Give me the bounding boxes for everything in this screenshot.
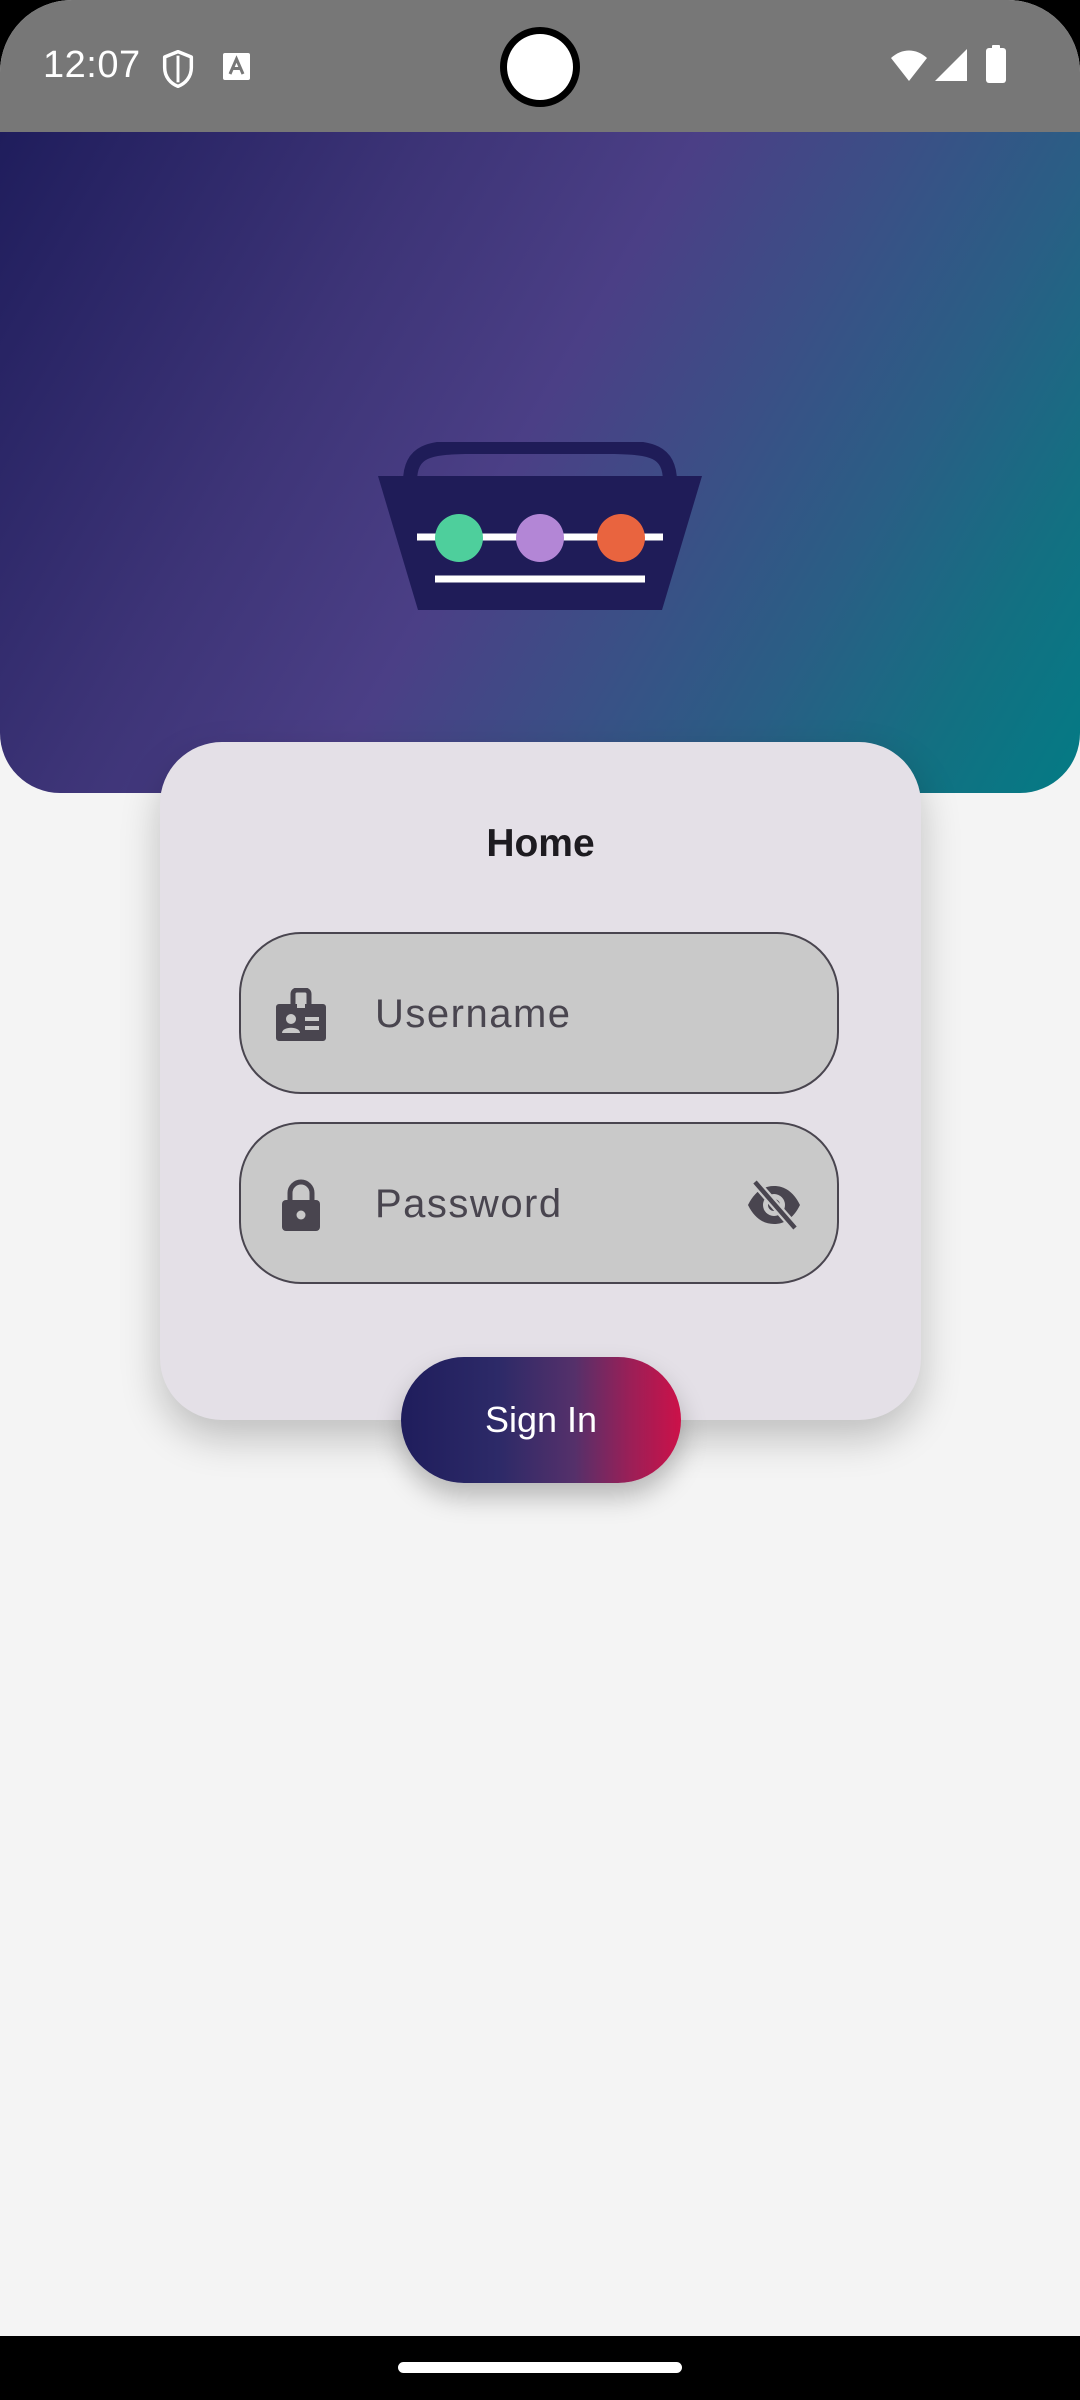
text-a-icon <box>223 53 250 80</box>
password-field[interactable] <box>239 1122 839 1284</box>
front-camera <box>503 30 577 104</box>
hero-banner <box>0 132 1080 793</box>
gesture-nav-handle[interactable] <box>398 2362 682 2373</box>
login-title: Home <box>486 822 595 865</box>
signal-icon <box>935 49 967 81</box>
basket-logo-icon <box>378 442 702 610</box>
visibility-off-icon[interactable] <box>745 1176 803 1234</box>
shield-icon <box>162 50 194 88</box>
badge-icon <box>276 988 326 1041</box>
sign-in-button[interactable]: Sign In <box>401 1357 681 1483</box>
password-input[interactable] <box>375 1164 735 1244</box>
wifi-icon <box>891 50 927 81</box>
status-time: 12:07 <box>43 44 141 86</box>
status-bar: 12:07 <box>0 0 1080 132</box>
login-card: Home <box>160 742 921 1420</box>
battery-icon <box>986 45 1006 83</box>
device-frame: 12:07 Home Username Sign In <box>0 0 1080 2400</box>
lock-icon <box>282 1179 320 1231</box>
username-field[interactable] <box>239 932 839 1094</box>
username-input[interactable] <box>375 974 735 1054</box>
app-screen: 12:07 Home Username Sign In <box>0 0 1080 2336</box>
